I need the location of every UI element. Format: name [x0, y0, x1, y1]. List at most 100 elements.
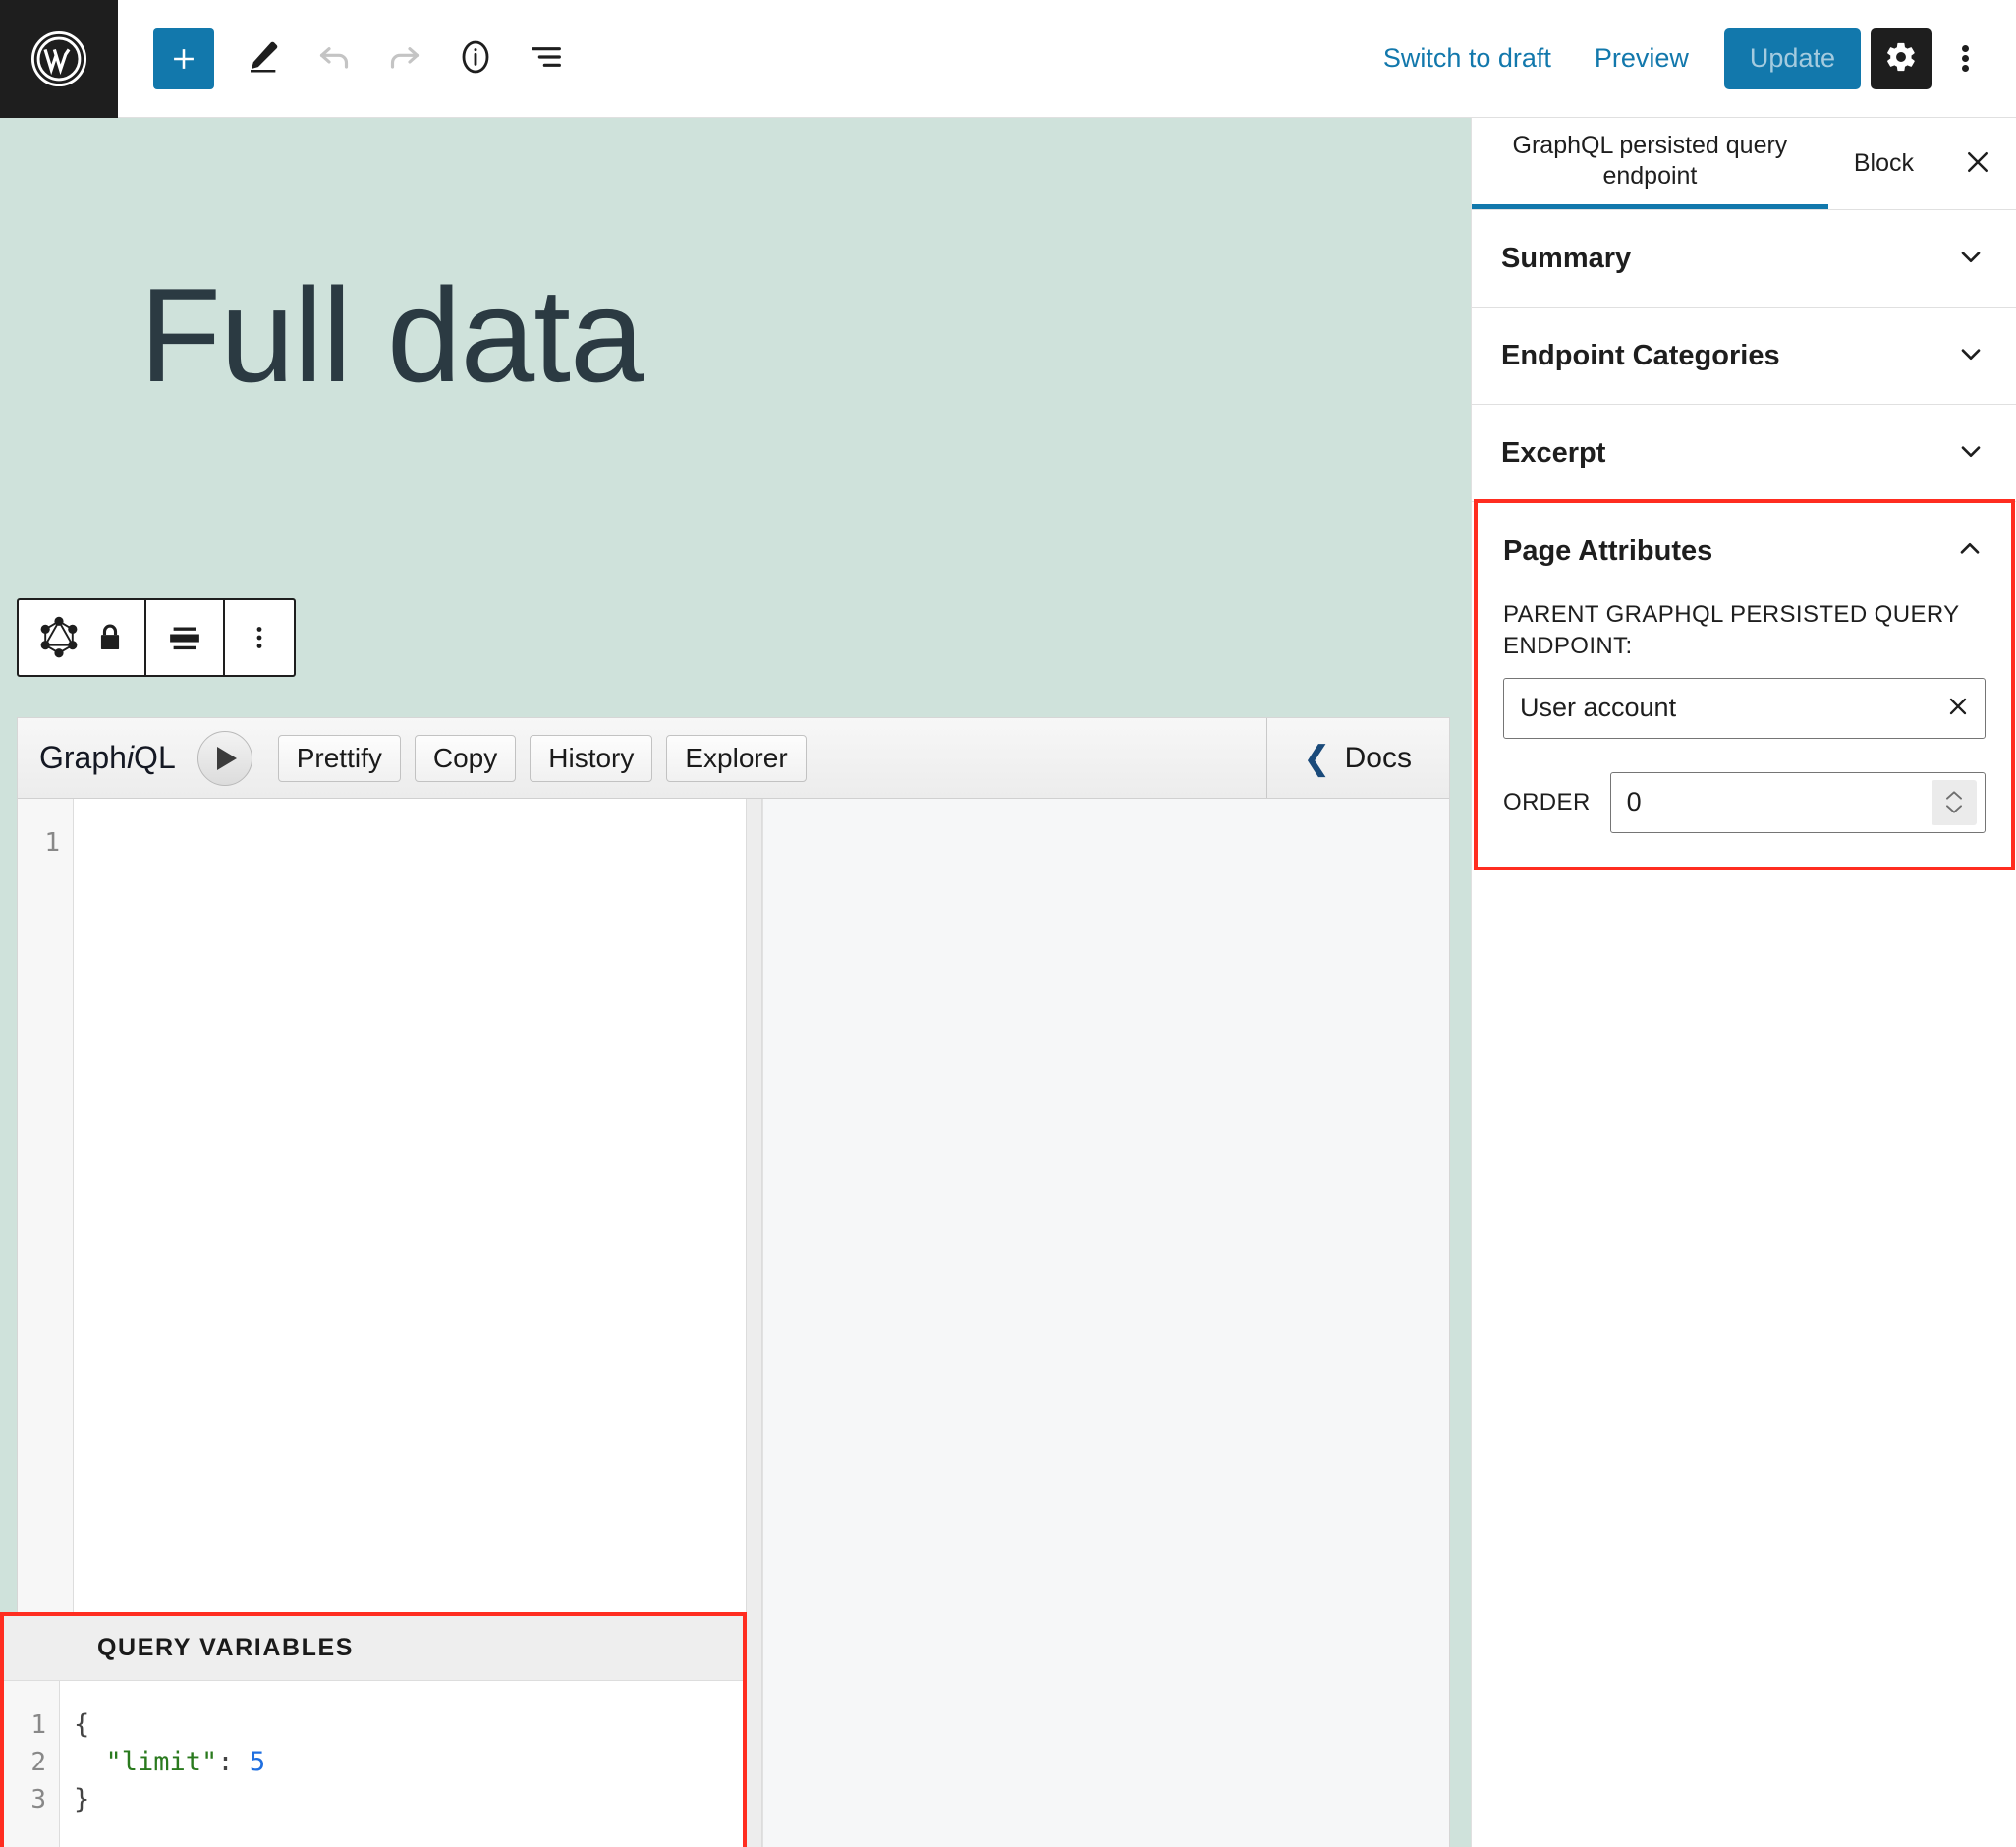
edit-tool-button[interactable]	[228, 24, 299, 94]
align-center-icon[interactable]	[164, 617, 205, 658]
info-circle-icon	[456, 37, 495, 80]
graphiql-logo: GraphiQL	[39, 740, 176, 776]
order-field-row: ORDER 0	[1503, 771, 1986, 833]
query-editor-code[interactable]	[74, 799, 746, 1612]
parent-endpoint-label: PARENT GRAPHQL PERSISTED QUERY ENDPOINT:	[1503, 601, 1960, 659]
undo-button[interactable]	[299, 24, 369, 94]
redo-arrow-icon	[385, 37, 424, 80]
top-bar-right-actions: Switch to draft Preview Update	[1362, 28, 2016, 89]
chevron-down-icon	[1945, 805, 1963, 813]
parent-endpoint-value: User account	[1520, 693, 1677, 723]
prettify-button[interactable]: Prettify	[277, 734, 401, 782]
panel-summary-header[interactable]: Summary	[1472, 210, 2016, 307]
order-label: ORDER	[1503, 788, 1591, 815]
chevron-down-icon	[1955, 241, 1987, 277]
graphiql-toolbar: GraphiQL Prettify Copy History Explorer …	[18, 718, 1449, 799]
kebab-menu-icon[interactable]	[243, 618, 276, 657]
graphiql-logo-prefix: Graph	[39, 740, 127, 775]
json-value: 5	[249, 1747, 266, 1777]
json-key: "limit"	[105, 1747, 218, 1777]
pencil-icon	[245, 38, 282, 79]
panel-endpoint-categories-header[interactable]: Endpoint Categories	[1472, 308, 2016, 404]
json-close-brace: }	[74, 1784, 90, 1815]
graphql-logo-icon[interactable]	[36, 615, 82, 660]
block-options-group	[225, 600, 294, 675]
line-number: 1	[44, 828, 60, 858]
panel-page-attributes-title: Page Attributes	[1503, 534, 1713, 567]
panel-endpoint-categories: Endpoint Categories	[1472, 308, 2016, 405]
query-variables-header[interactable]: QUERY VARIABLES	[4, 1616, 743, 1681]
chevron-up-icon	[1954, 533, 1986, 570]
graphiql-logo-italic: i	[126, 740, 135, 775]
panel-page-attributes: Page Attributes PARENT GRAPHQL PERSISTED…	[1474, 499, 2015, 870]
execute-query-button[interactable]	[196, 730, 252, 786]
list-view-icon	[527, 37, 566, 80]
parent-endpoint-field[interactable]: User account	[1503, 677, 1986, 739]
plus-icon	[167, 42, 200, 76]
order-number-field[interactable]: 0	[1609, 771, 1986, 833]
preview-button[interactable]: Preview	[1573, 29, 1710, 87]
panel-summary: Summary	[1472, 210, 2016, 308]
block-toolbar	[17, 598, 296, 677]
graphiql-block: GraphiQL Prettify Copy History Explorer …	[0, 717, 1450, 1847]
add-block-button[interactable]	[153, 28, 214, 89]
kebab-menu-icon	[1961, 42, 1969, 75]
query-editor-gutter: 1	[18, 799, 74, 1612]
block-align-group	[146, 600, 225, 675]
editor-canvas: Full data GraphiQL Prettify Copy History…	[0, 118, 1471, 1847]
line-number: 1	[30, 1710, 46, 1740]
close-sidebar-button[interactable]	[1939, 118, 2016, 209]
query-variables-code[interactable]: { "limit": 5 }	[60, 1681, 743, 1847]
panel-excerpt-header[interactable]: Excerpt	[1472, 405, 2016, 501]
page-attributes-body: PARENT GRAPHQL PERSISTED QUERY ENDPOINT:…	[1478, 599, 2011, 867]
wordpress-logo-icon	[28, 28, 89, 89]
tab-endpoint[interactable]: GraphQL persisted query endpoint	[1472, 118, 1828, 209]
docs-toggle-button[interactable]: ❮ Docs	[1266, 718, 1428, 798]
query-editor-pane[interactable]: 1	[18, 799, 746, 1612]
panel-excerpt: Excerpt	[1472, 405, 2016, 502]
chevron-down-icon	[1955, 435, 1987, 472]
editor-top-bar: Switch to draft Preview Update	[0, 0, 2016, 118]
chevron-down-icon	[1955, 338, 1987, 374]
clear-parent-button[interactable]	[1945, 694, 1971, 722]
wordpress-logo-button[interactable]	[0, 0, 118, 118]
query-variables-panel: QUERY VARIABLES 1 2 3 { "limit": 5 }	[0, 1612, 747, 1847]
play-button-icon	[217, 746, 238, 770]
gear-icon	[1884, 40, 1918, 77]
close-icon	[1963, 147, 1992, 180]
panel-page-attributes-header[interactable]: Page Attributes	[1478, 503, 2011, 599]
copy-button[interactable]: Copy	[414, 734, 517, 782]
order-value: 0	[1626, 787, 1642, 817]
line-number: 3	[30, 1785, 46, 1815]
query-variables-body[interactable]: 1 2 3 { "limit": 5 }	[4, 1681, 743, 1847]
switch-to-draft-button[interactable]: Switch to draft	[1362, 29, 1573, 87]
details-info-button[interactable]	[440, 24, 511, 94]
tab-block[interactable]: Block	[1828, 118, 1939, 209]
block-type-group	[19, 600, 146, 675]
graphiql-body: 1 QUERY VARIABLES 1 2 3 { "limit": 5}	[0, 799, 1449, 1847]
graphiql-splitter[interactable]	[746, 799, 762, 1847]
redo-button[interactable]	[369, 24, 440, 94]
list-view-button[interactable]	[511, 24, 582, 94]
line-number: 2	[30, 1748, 46, 1777]
more-options-button[interactable]	[1935, 28, 1994, 89]
graphiql-result-pane	[762, 799, 1449, 1847]
close-icon	[1945, 694, 1971, 722]
undo-arrow-icon	[314, 37, 354, 80]
chevron-up-icon	[1945, 791, 1963, 800]
lock-icon[interactable]	[93, 619, 127, 656]
explorer-button[interactable]: Explorer	[666, 734, 807, 782]
panel-endpoint-categories-title: Endpoint Categories	[1501, 339, 1780, 371]
panel-summary-title: Summary	[1501, 242, 1632, 274]
update-button[interactable]: Update	[1723, 28, 1861, 89]
docs-label: Docs	[1344, 741, 1412, 774]
top-bar-left-tools	[118, 24, 582, 94]
order-stepper[interactable]	[1932, 779, 1977, 825]
chevron-left-icon: ❮	[1303, 739, 1331, 777]
settings-sidebar: GraphQL persisted query endpoint Block S…	[1471, 118, 2016, 1847]
post-title[interactable]: Full data	[140, 265, 644, 406]
settings-toggle-button[interactable]	[1871, 28, 1932, 89]
history-button[interactable]: History	[530, 734, 653, 782]
graphiql-left-column: 1 QUERY VARIABLES 1 2 3 { "limit": 5}	[0, 799, 747, 1847]
